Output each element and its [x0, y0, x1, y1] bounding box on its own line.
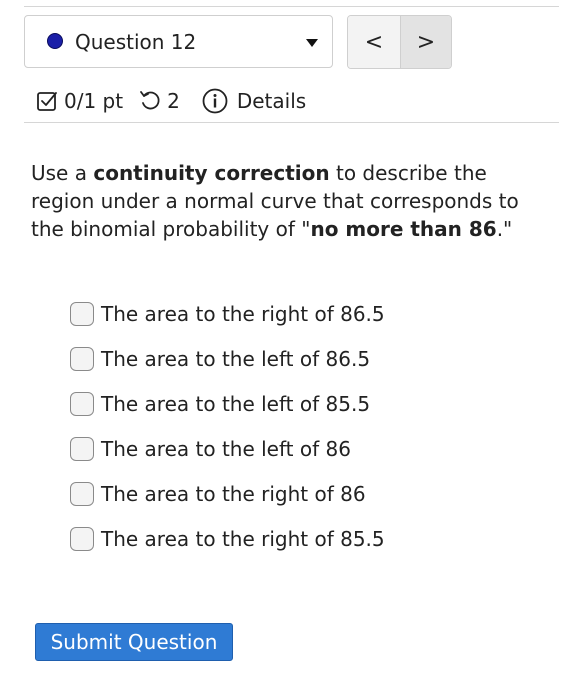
answer-option-label: The area to the left of 85.5 [101, 391, 371, 416]
score-text: 0/1 pt [64, 89, 124, 113]
submit-question-button[interactable]: Submit Question [35, 623, 233, 661]
answer-option-label: The area to the right of 85.5 [101, 526, 385, 551]
question-select-dropdown[interactable]: Question 12 [24, 15, 333, 68]
prompt-bold-1: continuity correction [93, 161, 330, 185]
answer-option-label: The area to the right of 86.5 [101, 301, 385, 326]
question-label: Question 12 [75, 30, 197, 54]
retry-icon [139, 90, 161, 112]
prompt-bold-2: no more than 86 [310, 217, 497, 241]
caret-down-icon [306, 39, 318, 47]
answer-option[interactable]: The area to the right of 86 [70, 471, 385, 516]
answer-option[interactable]: The area to the right of 85.5 [70, 516, 385, 561]
answer-checkbox[interactable] [70, 436, 94, 461]
answer-checkbox[interactable] [70, 391, 94, 416]
answer-option-label: The area to the left of 86.5 [101, 346, 371, 371]
question-meta: 0/1 pt 2 Details [36, 87, 306, 115]
answer-checkbox[interactable] [70, 301, 94, 326]
checkbox-check-icon [36, 90, 58, 112]
attempts-count: 2 [167, 89, 180, 113]
answer-option-label: The area to the right of 86 [101, 481, 366, 506]
prompt-text-1: Use a [31, 161, 94, 185]
answer-option[interactable]: The area to the left of 85.5 [70, 381, 385, 426]
next-question-button[interactable]: > [401, 16, 451, 68]
info-icon[interactable] [202, 88, 228, 114]
details-link[interactable]: Details [237, 89, 306, 113]
answer-checkbox[interactable] [70, 481, 94, 506]
answer-option[interactable]: The area to the right of 86.5 [70, 291, 385, 336]
previous-question-button[interactable]: < [348, 16, 401, 68]
answer-option-label: The area to the left of 86 [101, 436, 351, 461]
top-divider [24, 6, 559, 7]
answer-option[interactable]: The area to the left of 86.5 [70, 336, 385, 381]
answer-options: The area to the right of 86.5 The area t… [70, 291, 385, 561]
answer-checkbox[interactable] [70, 346, 94, 371]
answer-option[interactable]: The area to the left of 86 [70, 426, 385, 471]
meta-divider [24, 122, 559, 123]
prompt-text-3: ." [496, 217, 513, 241]
answer-checkbox[interactable] [70, 526, 94, 551]
question-prompt: Use a continuity correction to describe … [31, 159, 551, 243]
question-nav: < > [347, 15, 452, 69]
status-dot-icon [47, 33, 63, 49]
